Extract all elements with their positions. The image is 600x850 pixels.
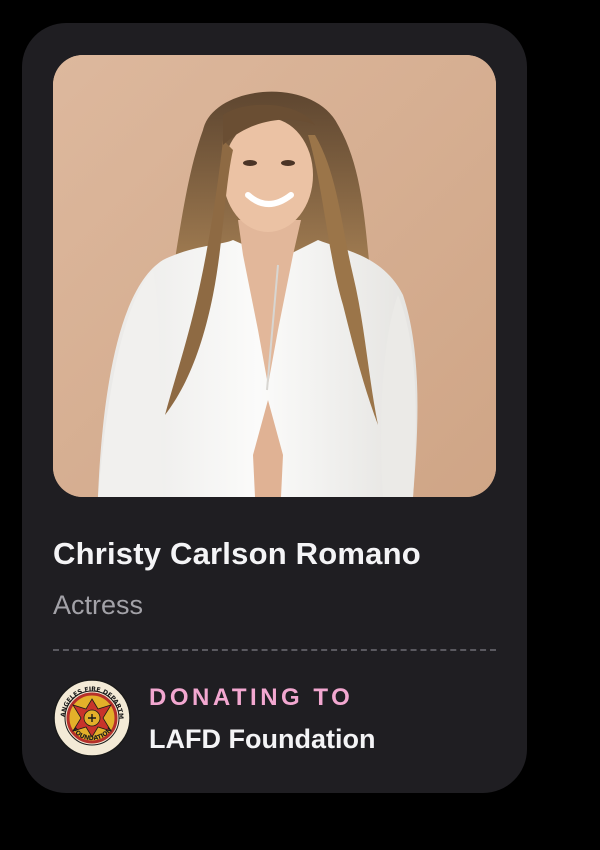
donating-label: DONATING TO — [149, 684, 354, 711]
profile-card: Christy Carlson Romano Actress LOS ANGEL… — [22, 23, 527, 793]
profile-role: Actress — [53, 590, 144, 620]
lafd-seal-icon: LOS ANGELES FIRE DEPARTMENT FOUNDATION — [53, 679, 131, 757]
organization-name[interactable]: LAFD Foundation — [149, 724, 375, 755]
profile-name: Christy Carlson Romano — [53, 536, 421, 571]
divider — [53, 649, 496, 651]
portrait-photo — [53, 55, 496, 497]
profile-photo — [53, 55, 496, 497]
